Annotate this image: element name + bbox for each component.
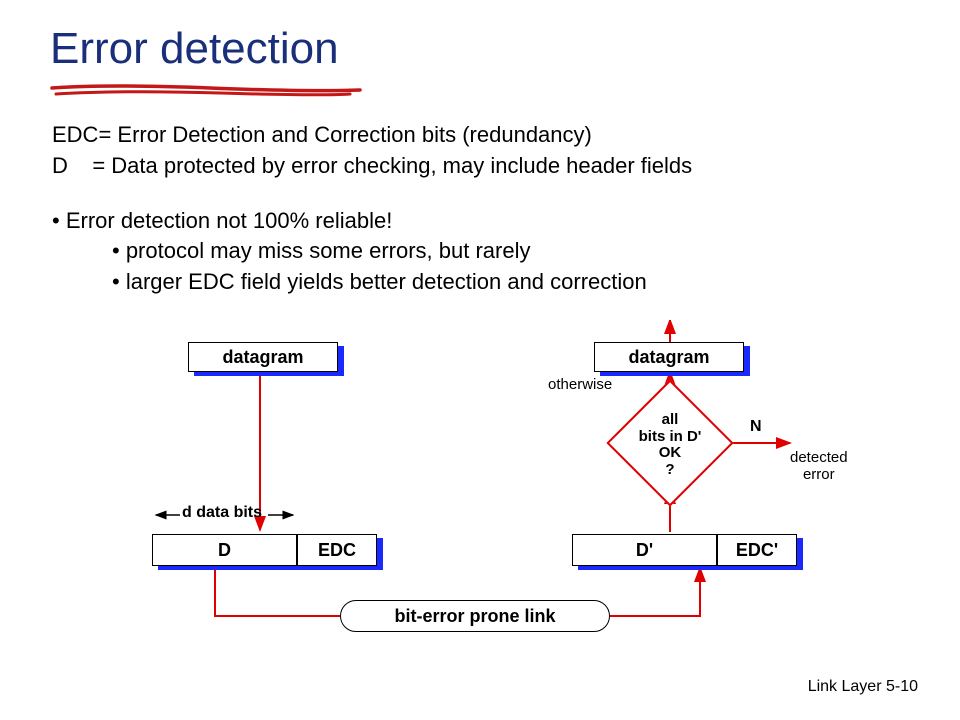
datagram-box-sender: datagram [188, 342, 338, 372]
packet-Dprime-label: D' [573, 540, 716, 561]
error-detection-diagram: datagram datagram otherwise all bits in … [130, 320, 900, 660]
link-box: bit-error prone link [340, 600, 610, 632]
slide-title: Error detection [50, 24, 339, 74]
bullet-larger-edc: • larger EDC field yields better detecti… [112, 267, 922, 298]
packet-EDCprime-label: EDC' [716, 540, 798, 561]
bullet-reliability: • Error detection not 100% reliable! [52, 206, 922, 237]
edc-definition: EDC= Error Detection and Correction bits… [52, 120, 922, 151]
bullet-miss: • protocol may miss some errors, but rar… [112, 236, 922, 267]
diamond-text: all bits in D' OK ? [620, 412, 720, 478]
title-underline [50, 82, 370, 100]
detected-error-label: detected error [790, 450, 848, 483]
body-text-block: EDC= Error Detection and Correction bits… [52, 120, 922, 298]
slide-footer: Link Layer 5-10 [808, 678, 918, 696]
packet-receiver: D' EDC' [572, 534, 797, 566]
otherwise-label: otherwise [548, 376, 612, 393]
datagram-box-receiver: datagram [594, 342, 744, 372]
packet-D-label: D [153, 540, 296, 561]
packet-EDC-label: EDC [296, 540, 378, 561]
packet-sender: D EDC [152, 534, 377, 566]
d-data-bits-label: d data bits [182, 504, 262, 522]
d-definition: D = Data protected by error checking, ma… [52, 151, 922, 182]
no-label: N [750, 418, 762, 436]
